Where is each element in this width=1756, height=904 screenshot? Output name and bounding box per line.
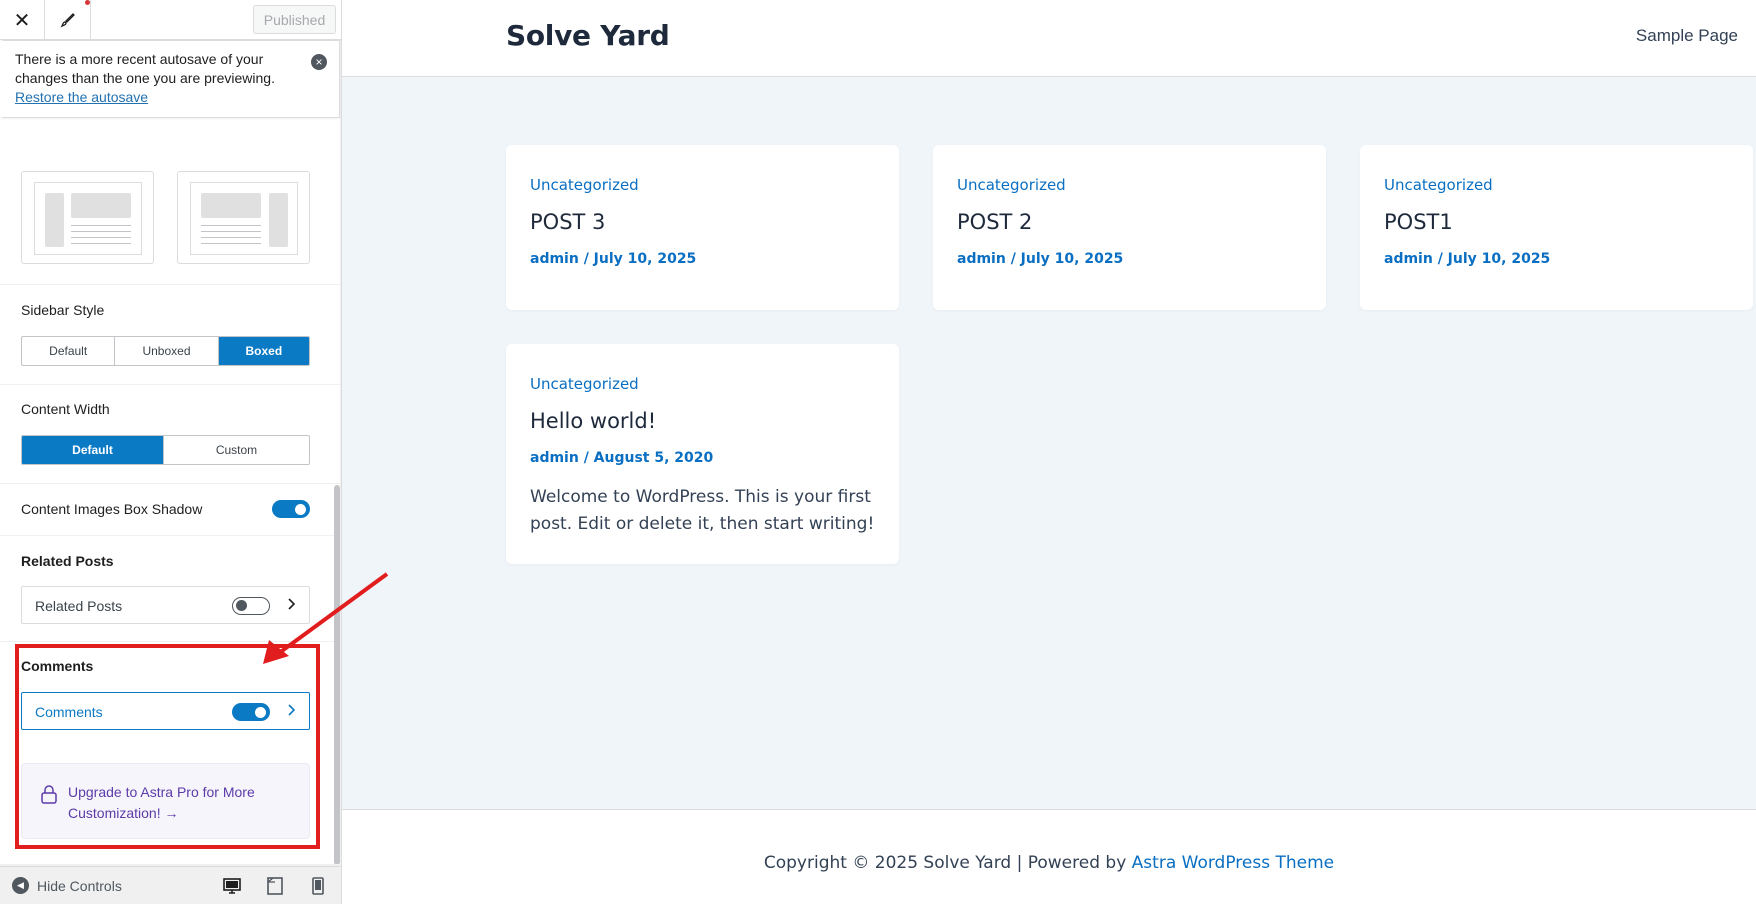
sidebar-scrollbar[interactable]: [334, 485, 340, 864]
customizer-sidebar: Sidebar Style Default Unboxed Boxed Cont…: [0, 0, 342, 904]
copyright-label: Copyright © 2025 Solve Yard | Powered by: [763, 853, 1132, 873]
content-width-custom-button[interactable]: Custom: [164, 436, 309, 464]
astra-theme-link[interactable]: Astra WordPress Theme: [1132, 853, 1334, 873]
site-preview: Solve Yard Sample Page Uncategorized POS…: [342, 0, 1756, 904]
sidebar-style-unboxed-button[interactable]: Unboxed: [115, 337, 219, 365]
upgrade-astra-pro-link[interactable]: Upgrade to Astra Pro for More Customizat…: [68, 782, 288, 824]
customizer-footer: ◀ Hide Controls: [0, 866, 341, 904]
post-card: Uncategorized POST 2 admin / July 10, 20…: [933, 145, 1326, 310]
layout-option-left-sidebar[interactable]: [21, 171, 154, 264]
post-category-link[interactable]: Uncategorized: [957, 176, 1066, 194]
autosave-message: There is a more recent autosave of your …: [15, 51, 275, 86]
brush-icon[interactable]: [46, 0, 91, 40]
post-title-link[interactable]: Hello world!: [530, 409, 656, 433]
site-header: Solve Yard Sample Page: [342, 0, 1756, 77]
related-posts-row-label: Related Posts: [35, 598, 123, 614]
post-meta[interactable]: admin / July 10, 2025: [1384, 251, 1550, 267]
sidebar-style-label: Sidebar Style: [21, 302, 105, 318]
post-meta[interactable]: admin / July 10, 2025: [957, 251, 1123, 267]
copyright-text: Copyright © 2025 Solve Yard | Powered by…: [342, 853, 1756, 873]
close-icon[interactable]: ✕: [0, 0, 45, 40]
hide-controls-button[interactable]: ◀ Hide Controls: [12, 877, 122, 894]
post-excerpt: Welcome to WordPress. This is your first…: [530, 487, 875, 534]
site-title[interactable]: Solve Yard: [506, 19, 670, 52]
related-posts-row[interactable]: Related Posts: [21, 586, 310, 624]
content-width-segmented-control: Default Custom: [21, 435, 310, 465]
comments-row-label: Comments: [35, 704, 103, 720]
site-footer: Copyright © 2025 Solve Yard | Powered by…: [342, 809, 1756, 904]
post-category-link[interactable]: Uncategorized: [1384, 176, 1493, 194]
post-category-link[interactable]: Uncategorized: [530, 375, 639, 393]
chevron-right-icon: [287, 702, 297, 723]
post-title-link[interactable]: POST 2: [957, 210, 1032, 234]
arrow-left-circle-icon: ◀: [12, 877, 29, 894]
notification-dot: [85, 0, 90, 5]
sidebar-style-segmented-control: Default Unboxed Boxed: [21, 336, 310, 366]
comments-row[interactable]: Comments: [21, 692, 310, 730]
layout-option-right-sidebar[interactable]: [177, 171, 310, 264]
post-card: Uncategorized POST1 admin / July 10, 202…: [1360, 145, 1753, 310]
comments-toggle[interactable]: [232, 703, 270, 721]
desktop-icon[interactable]: [222, 876, 242, 896]
post-meta[interactable]: admin / August 5, 2020: [530, 450, 713, 466]
post-meta[interactable]: admin / July 10, 2025: [530, 251, 696, 267]
content-width-label: Content Width: [21, 401, 110, 417]
nav-link-sample-page[interactable]: Sample Page: [1636, 26, 1738, 46]
thumb-frame: [34, 182, 142, 255]
related-posts-toggle[interactable]: [232, 597, 270, 615]
chevron-right-icon: [287, 596, 297, 617]
post-card: Uncategorized Hello world! admin / Augus…: [506, 344, 899, 564]
post-card: Uncategorized POST 3 admin / July 10, 20…: [506, 145, 899, 310]
upgrade-astra-pro-banner[interactable]: Upgrade to Astra Pro for More Customizat…: [21, 763, 310, 839]
content-images-box-shadow-label: Content Images Box Shadow: [21, 501, 203, 517]
section-divider: [0, 641, 340, 642]
post-title-link[interactable]: POST 3: [530, 210, 605, 234]
section-divider: [0, 284, 340, 285]
section-divider: [0, 483, 340, 484]
section-divider: [0, 384, 340, 385]
post-title-link[interactable]: POST1: [1384, 210, 1453, 234]
restore-autosave-link[interactable]: Restore the autosave: [15, 89, 148, 105]
dismiss-notice-icon[interactable]: ×: [311, 54, 327, 70]
thumb-frame: [190, 182, 298, 255]
autosave-notice: There is a more recent autosave of your …: [0, 40, 340, 118]
sidebar-style-default-button[interactable]: Default: [22, 337, 116, 365]
lock-icon: [40, 784, 58, 809]
content-width-default-button[interactable]: Default: [22, 436, 165, 464]
tablet-icon[interactable]: [265, 876, 285, 896]
customizer-controls-panel: Sidebar Style Default Unboxed Boxed Cont…: [0, 40, 340, 864]
hide-controls-label: Hide Controls: [37, 877, 122, 894]
post-category-link[interactable]: Uncategorized: [530, 176, 639, 194]
customizer-header: ✕ Published: [0, 0, 341, 40]
section-divider: [0, 535, 340, 536]
sidebar-style-boxed-button[interactable]: Boxed: [218, 337, 309, 365]
mobile-icon[interactable]: [308, 876, 328, 896]
comments-title: Comments: [21, 658, 94, 674]
related-posts-title: Related Posts: [21, 553, 114, 569]
content-images-box-shadow-toggle[interactable]: [272, 500, 310, 518]
published-button[interactable]: Published: [253, 5, 336, 34]
